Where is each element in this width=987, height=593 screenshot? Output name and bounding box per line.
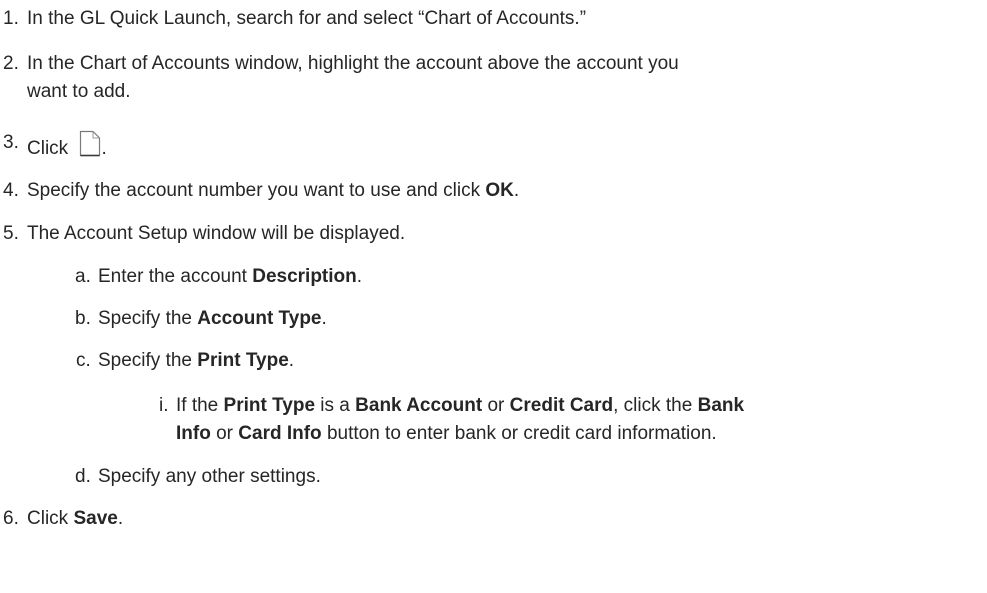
- step-text: Specify the Account Type.: [98, 308, 327, 329]
- step-number: 6.: [3, 508, 19, 529]
- step-text: Enter the account Description.: [98, 266, 363, 287]
- step-text: Specify the account number you want to u…: [27, 180, 520, 201]
- new-document-icon: [79, 130, 101, 165]
- step-number: 4.: [3, 180, 19, 201]
- step-number: a.: [75, 266, 91, 287]
- step-number: 3.: [3, 132, 19, 153]
- step-number: c.: [76, 350, 91, 371]
- step-text: In the Chart of Accounts window, highlig…: [27, 53, 679, 74]
- step-text: In the GL Quick Launch, search for and s…: [27, 8, 587, 29]
- step-number: i.: [159, 395, 169, 416]
- step-number: 1.: [3, 8, 19, 29]
- step-text: If the Print Type is a Bank Account or C…: [176, 395, 745, 416]
- step-text: Specify the Print Type.: [98, 350, 295, 371]
- step-text: Specify any other settings.: [98, 466, 321, 487]
- step-number: 2.: [3, 53, 19, 74]
- step-text: Click Save.: [27, 508, 124, 529]
- instruction-document: 1. In the GL Quick Launch, search for an…: [0, 0, 987, 593]
- step-text: Click .: [27, 130, 107, 165]
- step-text: Info or Card Info button to enter bank o…: [176, 423, 717, 444]
- step-text: The Account Setup window will be display…: [27, 223, 406, 244]
- step-number: d.: [75, 466, 91, 487]
- step-text: want to add.: [27, 81, 131, 102]
- step-number: 5.: [3, 223, 19, 244]
- step-number: b.: [75, 308, 91, 329]
